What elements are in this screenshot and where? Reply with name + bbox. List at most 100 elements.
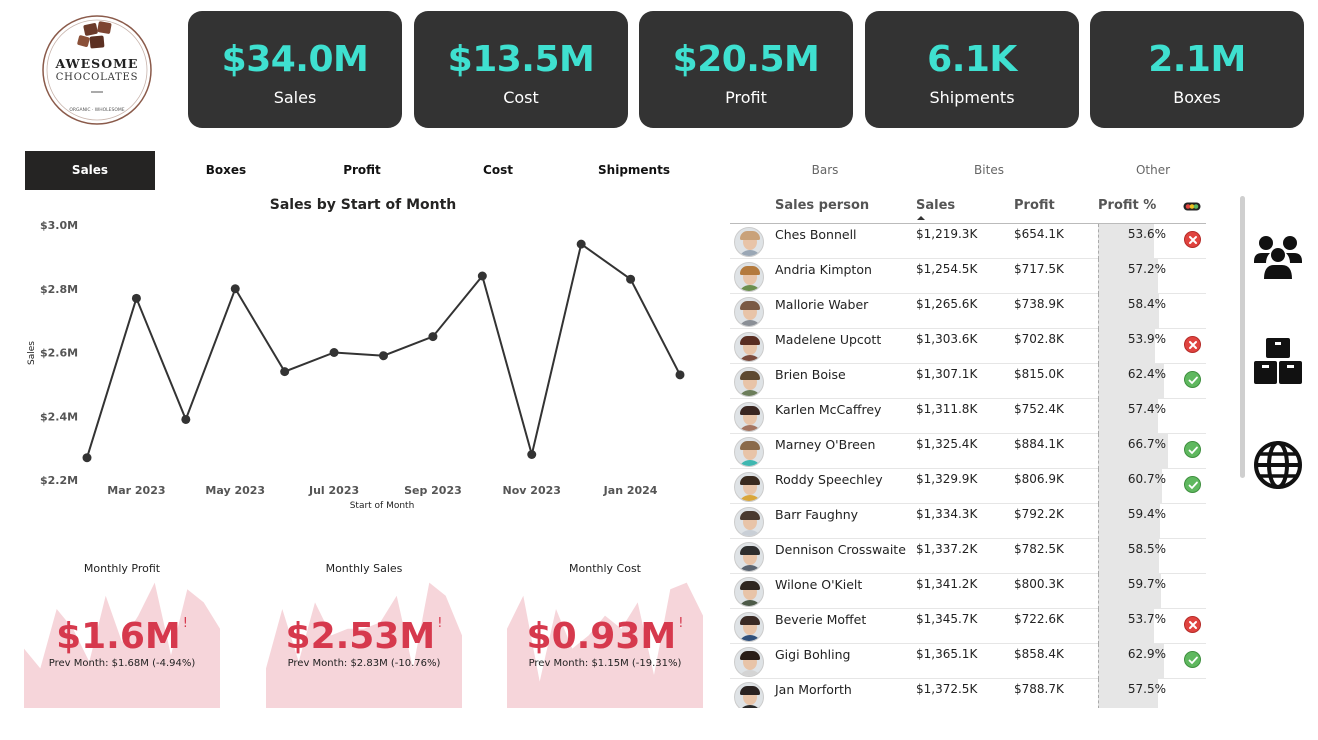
table-scrollbar[interactable] bbox=[1240, 196, 1245, 478]
status-pass-icon bbox=[1184, 371, 1201, 388]
profit-value: $788.7K bbox=[1014, 682, 1064, 696]
tab-other[interactable]: Other bbox=[1088, 151, 1218, 190]
y-axis: $2.2M $2.4M $2.6M $2.8M $3.0M bbox=[40, 219, 78, 487]
boxes-icon[interactable] bbox=[1252, 335, 1304, 387]
profit-pct-value: 53.7% bbox=[1127, 612, 1166, 626]
logo-line1: AWESOME bbox=[55, 56, 139, 71]
data-point[interactable] bbox=[82, 453, 92, 463]
tab-sales[interactable]: Sales bbox=[25, 151, 155, 190]
avatar bbox=[734, 507, 764, 537]
profit-value: $738.9K bbox=[1014, 297, 1064, 311]
table-row[interactable]: Andria Kimpton $1,254.5K $717.5K 57.2% bbox=[730, 259, 1206, 294]
header-profit-pct[interactable]: Profit % bbox=[1098, 198, 1156, 213]
tab-boxes[interactable]: Boxes bbox=[161, 151, 291, 190]
profit-value: $800.3K bbox=[1014, 577, 1064, 591]
table-row[interactable]: Roddy Speechley $1,329.9K $806.9K 60.7% bbox=[730, 469, 1206, 504]
avatar bbox=[734, 332, 764, 362]
sales-person-name: Dennison Crosswaite bbox=[775, 542, 906, 557]
people-icon[interactable] bbox=[1252, 229, 1304, 281]
tab-bites[interactable]: Bites bbox=[924, 151, 1054, 190]
profit-value: $815.0K bbox=[1014, 367, 1064, 381]
data-point[interactable] bbox=[329, 348, 339, 357]
tab-profit[interactable]: Profit bbox=[297, 151, 427, 190]
data-point[interactable] bbox=[230, 284, 240, 294]
tab-bars[interactable]: Bars bbox=[760, 151, 890, 190]
table-row[interactable]: Mallorie Waber $1,265.6K $738.9K 58.4% bbox=[730, 294, 1206, 329]
avatar bbox=[734, 682, 764, 708]
tab-shipments[interactable]: Shipments bbox=[569, 151, 699, 190]
data-point[interactable] bbox=[280, 367, 290, 377]
alert-flag: ! bbox=[437, 616, 443, 631]
x-tick-label: May 2023 bbox=[205, 484, 265, 497]
sales-value: $1,303.6K bbox=[916, 332, 978, 346]
table-row[interactable]: Barr Faughny $1,334.3K $792.2K 59.4% bbox=[730, 504, 1206, 539]
kpi-label: Profit bbox=[725, 88, 767, 107]
sales-value: $1,311.8K bbox=[916, 402, 978, 416]
status-pass-icon bbox=[1184, 651, 1201, 668]
profit-value: $722.6K bbox=[1014, 612, 1064, 626]
profit-pct-value: 59.7% bbox=[1127, 577, 1166, 591]
sales-value: $1,307.1K bbox=[916, 367, 978, 381]
sales-person-name: Brien Boise bbox=[775, 367, 846, 382]
data-point[interactable] bbox=[527, 450, 537, 459]
card-value-text: $2.53M bbox=[285, 616, 436, 657]
sales-value: $1,254.5K bbox=[916, 262, 978, 276]
table-row[interactable]: Ches Bonnell $1,219.3K $654.1K 53.6% bbox=[730, 224, 1206, 259]
kpi-value: $34.0M bbox=[221, 39, 369, 80]
table-row[interactable]: Karlen McCaffrey $1,311.8K $752.4K 57.4% bbox=[730, 399, 1206, 434]
data-point[interactable] bbox=[428, 332, 438, 342]
card-value-text: $1.6M bbox=[56, 616, 181, 657]
data-point[interactable] bbox=[626, 274, 636, 284]
sales-value: $1,265.6K bbox=[916, 297, 978, 311]
card-value-text: $0.93M bbox=[526, 616, 677, 657]
table-row[interactable]: Marney O'Breen $1,325.4K $884.1K 66.7% bbox=[730, 434, 1206, 469]
y-tick-label: $2.6M bbox=[40, 347, 78, 360]
header-sales-person[interactable]: Sales person bbox=[775, 198, 869, 213]
avatar bbox=[734, 647, 764, 677]
table-row[interactable]: Wilone O'Kielt $1,341.2K $800.3K 59.7% bbox=[730, 574, 1206, 609]
sales-person-name: Ches Bonnell bbox=[775, 227, 857, 242]
kpi-value: 6.1K bbox=[927, 39, 1017, 80]
data-point[interactable] bbox=[477, 271, 487, 281]
alert-flag: ! bbox=[678, 616, 684, 631]
y-tick-label: $3.0M bbox=[40, 219, 78, 232]
profit-pct-value: 66.7% bbox=[1127, 437, 1166, 451]
avatar bbox=[734, 542, 764, 572]
header-profit[interactable]: Profit bbox=[1014, 198, 1055, 213]
header-sales[interactable]: Sales bbox=[916, 198, 955, 213]
x-tick-label: Jan 2024 bbox=[603, 484, 658, 497]
globe-icon[interactable] bbox=[1252, 439, 1304, 491]
table-row[interactable]: Madelene Upcott $1,303.6K $702.8K 53.9% bbox=[730, 329, 1206, 364]
sales-series-line bbox=[86, 242, 681, 458]
kpi-card-boxes: 2.1M Boxes bbox=[1090, 11, 1304, 128]
status-fail-icon bbox=[1184, 616, 1201, 633]
profit-value: $717.5K bbox=[1014, 262, 1064, 276]
profit-pct-value: 62.4% bbox=[1127, 367, 1166, 381]
sales-value: $1,329.9K bbox=[916, 472, 978, 486]
status-fail-icon bbox=[1184, 231, 1201, 248]
profit-pct-value: 53.9% bbox=[1127, 332, 1166, 346]
table-row[interactable]: Jan Morforth $1,372.5K $788.7K 57.5% bbox=[730, 679, 1206, 708]
tab-cost[interactable]: Cost bbox=[433, 151, 563, 190]
sales-value: $1,219.3K bbox=[916, 227, 978, 241]
avatar bbox=[734, 402, 764, 432]
sort-ascending-icon bbox=[917, 216, 925, 220]
sales-person-name: Gigi Bohling bbox=[775, 647, 851, 662]
monthly-cost-card: Monthly Cost $0.93M! Prev Month: $1.15M … bbox=[507, 560, 703, 708]
data-point[interactable] bbox=[576, 239, 586, 249]
profit-pct-value: 59.4% bbox=[1127, 507, 1166, 521]
data-point[interactable] bbox=[379, 351, 388, 361]
table-row[interactable]: Gigi Bohling $1,365.1K $858.4K 62.9% bbox=[730, 644, 1206, 679]
x-axis: Mar 2023 May 2023 Jul 2023 Sep 2023 Nov 2023… bbox=[107, 484, 658, 497]
data-point[interactable] bbox=[131, 293, 141, 303]
data-point[interactable] bbox=[181, 414, 191, 424]
avatar bbox=[734, 437, 764, 467]
table-row[interactable]: Dennison Crosswaite $1,337.2K $782.5K 58.5% bbox=[730, 539, 1206, 574]
data-point[interactable] bbox=[675, 370, 685, 380]
sales-person-name: Beverie Moffet bbox=[775, 612, 867, 627]
table-row[interactable]: Beverie Moffet $1,345.7K $722.6K 53.7% bbox=[730, 609, 1206, 644]
table-row[interactable]: Brien Boise $1,307.1K $815.0K 62.4% bbox=[730, 364, 1206, 399]
profit-value: $806.9K bbox=[1014, 472, 1064, 486]
avatar bbox=[734, 577, 764, 607]
profit-value: $782.5K bbox=[1014, 542, 1064, 556]
